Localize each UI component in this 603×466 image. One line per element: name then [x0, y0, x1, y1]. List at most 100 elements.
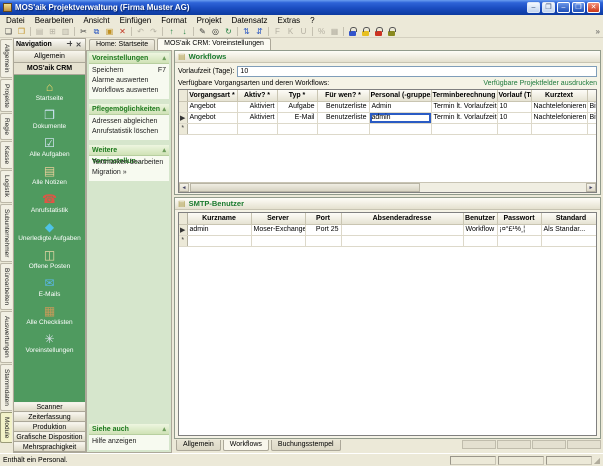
- paste-icon[interactable]: ▣: [103, 26, 116, 37]
- workspace-tab-stammdaten[interactable]: Stammdaten: [0, 364, 12, 411]
- cell-vorgangsart[interactable]: Angebot: [187, 101, 237, 112]
- workspace-tab-kasse[interactable]: Kasse: [0, 141, 12, 169]
- tab-scroll-pane[interactable]: [532, 440, 566, 449]
- cell-vorlauf[interactable]: 10: [497, 112, 531, 123]
- col-aktiv[interactable]: Aktiv? *: [237, 90, 277, 101]
- cell-typ[interactable]: Aufgabe: [277, 101, 317, 112]
- nav-item-alle-aufgaben[interactable]: ☑ Alle Aufgaben: [14, 136, 85, 158]
- col-fuer-wen[interactable]: Für wen? *: [317, 90, 369, 101]
- search-icon[interactable]: ◎: [209, 26, 222, 37]
- task-link-hilfe-anzeigen[interactable]: Hilfe anzeigen: [92, 437, 166, 447]
- empty-cell[interactable]: [369, 123, 431, 134]
- tab-scroll-pane[interactable]: [567, 440, 601, 449]
- col-vorlauf-tage[interactable]: Vorlauf (Tage): [497, 90, 531, 101]
- task-link-alarme-auswerten[interactable]: Alarme auswerten: [92, 76, 166, 86]
- empty-cell[interactable]: [497, 235, 541, 246]
- underline-icon[interactable]: U: [297, 26, 310, 37]
- task-section-header[interactable]: Siehe auch ▴: [89, 424, 169, 435]
- col-benutzer[interactable]: Benutzer: [463, 213, 497, 224]
- workspace-tab-projekte[interactable]: Projekte: [0, 79, 12, 113]
- cell-aktiv[interactable]: Aktiviert: [237, 101, 277, 112]
- empty-cell[interactable]: [317, 123, 369, 134]
- nav-item-alle-notizen[interactable]: ▤ Alle Notizen: [14, 164, 85, 186]
- resize-grip-icon[interactable]: ◢: [594, 456, 600, 465]
- cell-t[interactable]: Bitte: [587, 101, 597, 112]
- collapse-icon[interactable]: ▴: [162, 145, 166, 155]
- cell-fuer-wen[interactable]: Benutzerliste: [317, 112, 369, 123]
- grid-icon[interactable]: ▦: [328, 26, 341, 37]
- row-marker[interactable]: [179, 101, 187, 112]
- tab-allgemein[interactable]: Allgemein: [176, 440, 221, 451]
- page-setup-icon[interactable]: ▥: [59, 26, 72, 37]
- tab-scroll-pane[interactable]: [497, 440, 531, 449]
- workspace-tab-module[interactable]: Module: [0, 412, 12, 443]
- collapse-icon[interactable]: ▴: [162, 104, 166, 114]
- col-kurzname[interactable]: Kurzname: [187, 213, 251, 224]
- edit-icon[interactable]: ✎: [196, 26, 209, 37]
- nav-item-unerledigte-aufgaben[interactable]: ◆ Unerledigte Aufgaben: [14, 220, 85, 242]
- cell-passwort[interactable]: ¡¤°£¹%¸¦: [497, 224, 541, 235]
- workspace-tab-allgemein[interactable]: Allgemein: [0, 39, 12, 78]
- horizontal-scrollbar[interactable]: ◄ ►: [179, 182, 596, 192]
- nav-module-scanner[interactable]: Scanner: [14, 402, 85, 412]
- lock-yellow-icon[interactable]: [362, 31, 369, 36]
- child-restore-button[interactable]: ❐: [542, 2, 555, 13]
- empty-cell[interactable]: [341, 235, 463, 246]
- empty-cell[interactable]: [431, 123, 497, 134]
- tab-home-startseite[interactable]: Home: Startseite: [89, 39, 155, 50]
- col-absenderadresse[interactable]: Absenderadresse: [341, 213, 463, 224]
- nav-item-dokumente[interactable]: ❒ Dokumente: [14, 108, 85, 130]
- print-icon[interactable]: ▤: [33, 26, 46, 37]
- empty-cell[interactable]: [237, 123, 277, 134]
- cell-kurztext[interactable]: Nachtelefonieren: [531, 112, 587, 123]
- lock-red-icon[interactable]: [375, 31, 382, 36]
- task-section-header[interactable]: Weitere Voreinstellun... ▴: [89, 145, 169, 156]
- sort-ascending-icon[interactable]: ⇅: [240, 26, 253, 37]
- new-document-icon[interactable]: ❏: [2, 26, 15, 37]
- menu-datensatz[interactable]: Datensatz: [226, 16, 272, 25]
- menu-help[interactable]: ?: [305, 16, 319, 25]
- empty-cell[interactable]: [187, 235, 251, 246]
- cell-t[interactable]: Bitte: [587, 112, 597, 123]
- selected-cell-personal[interactable]: admin: [369, 112, 431, 123]
- empty-cell[interactable]: [305, 235, 341, 246]
- col-server[interactable]: Server: [251, 213, 305, 224]
- col-vorgangsart[interactable]: Vorgangsart *: [187, 90, 237, 101]
- cell-aktiv[interactable]: Aktiviert: [237, 112, 277, 123]
- lock-olive-icon[interactable]: [388, 31, 395, 36]
- col-kurztext[interactable]: Kurztext: [531, 90, 587, 101]
- cell-personal[interactable]: Admin: [369, 101, 431, 112]
- maximize-button[interactable]: ❐: [572, 2, 585, 13]
- nav-module-zeiterfassung[interactable]: Zeiterfassung: [14, 412, 85, 422]
- cell-standard[interactable]: Als Standar...: [541, 224, 597, 235]
- tab-scroll-pane[interactable]: [462, 440, 496, 449]
- new-row-marker[interactable]: *: [179, 123, 187, 134]
- open-icon[interactable]: ❒: [15, 26, 28, 37]
- italic-icon[interactable]: K: [284, 26, 297, 37]
- move-down-icon[interactable]: ↓: [178, 26, 191, 37]
- workspace-tab-regie[interactable]: Regie: [0, 113, 12, 140]
- col-passwort[interactable]: Passwort: [497, 213, 541, 224]
- cell-server[interactable]: Moser-Exchange: [251, 224, 305, 235]
- percent-icon[interactable]: %: [315, 26, 328, 37]
- tab-mosaik-crm-voreinstellungen[interactable]: MOS'aik CRM: Voreinstellungen: [157, 38, 271, 50]
- task-section-header[interactable]: Pflegemöglichkeiten ▴: [89, 104, 169, 115]
- empty-cell[interactable]: [187, 123, 237, 134]
- current-row-marker[interactable]: ▶: [179, 224, 187, 235]
- cell-kurztext[interactable]: Nachtelefonieren: [531, 101, 587, 112]
- task-link-anrufstatistik-loeschen[interactable]: Anrufstatistik löschen: [92, 127, 166, 137]
- workspace-tab-auswertungen[interactable]: Auswertungen: [0, 311, 12, 363]
- nav-module-produktion[interactable]: Produktion: [14, 422, 85, 432]
- nav-module-grafische-disposition[interactable]: Grafische Disposition: [14, 432, 85, 442]
- nav-item-offene-posten[interactable]: ◫ Offene Posten: [14, 248, 85, 270]
- scroll-right-icon[interactable]: ►: [586, 183, 596, 192]
- col-terminberechnung[interactable]: Terminberechnung *: [431, 90, 497, 101]
- scrollbar-thumb[interactable]: [190, 183, 420, 192]
- move-up-icon[interactable]: ↑: [165, 26, 178, 37]
- workspace-tab-logistik[interactable]: Logistik: [0, 170, 12, 202]
- cell-kurzname[interactable]: admin: [187, 224, 251, 235]
- cell-typ[interactable]: E-Mail: [277, 112, 317, 123]
- nav-item-voreinstellungen[interactable]: ✳ Voreinstellungen: [14, 332, 85, 354]
- cell-benutzer[interactable]: Workflow: [463, 224, 497, 235]
- minimize-button[interactable]: –: [557, 2, 570, 13]
